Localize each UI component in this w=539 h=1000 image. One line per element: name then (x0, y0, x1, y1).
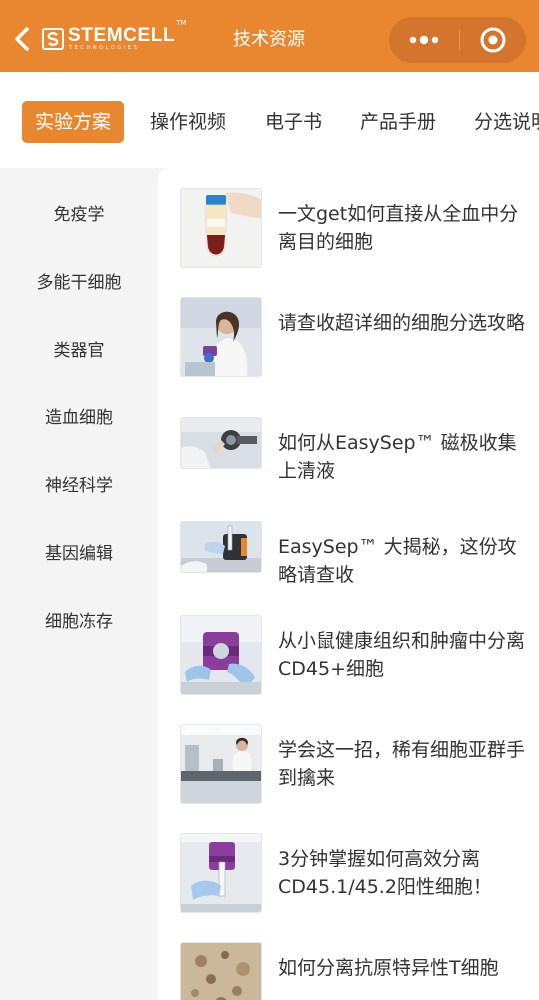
close-button[interactable] (460, 17, 526, 63)
list-item[interactable]: 如何分离抗原特异性T细胞 (158, 942, 539, 1000)
tab-product-manuals[interactable]: 产品手册 (360, 101, 436, 143)
article-title: 请查收超详细的细胞分选攻略 (278, 312, 526, 334)
category-tabs: 实验方案 操作视频 电子书 产品手册 分选说明 (0, 72, 539, 168)
mini-program-capsule (389, 17, 526, 63)
list-item[interactable]: 3分钟掌握如何高效分离CD45.1/45.2阳性细胞！ (158, 833, 539, 915)
brand-name: STEMCELL (68, 25, 176, 46)
article-thumbnail (180, 188, 262, 268)
article-title: 如何从EasySep™ 磁极收集上清液 (278, 432, 517, 482)
list-item[interactable]: 学会这一招，稀有细胞亚群手到擒来 (158, 724, 539, 806)
article-thumbnail (180, 521, 262, 573)
article-title: 3分钟掌握如何高效分离CD45.1/45.2阳性细胞！ (278, 848, 492, 898)
list-item[interactable]: 请查收超详细的细胞分选攻略 (158, 297, 539, 379)
article-thumbnail (180, 724, 262, 804)
tab-videos[interactable]: 操作视频 (150, 101, 226, 143)
chevron-left-icon (15, 27, 29, 51)
article-title: 学会这一招，稀有细胞亚群手到擒来 (278, 739, 526, 789)
article-title: 一文get如何直接从全血中分离目的细胞 (278, 203, 519, 253)
stemcell-logo-mark (42, 28, 64, 50)
stemcell-logo: STEMCELL TM TECHNOLOGIES (42, 19, 187, 54)
subcategory-sidebar: 免疫学 多能干细胞 类器官 造血细胞 神经科学 基因编辑 细胞冻存 (0, 168, 158, 1000)
top-bar: STEMCELL TM TECHNOLOGIES 技术资源 (0, 0, 539, 72)
target-circle-icon (480, 27, 506, 53)
list-item[interactable]: 如何从EasySep™ 磁极收集上清液 (158, 417, 539, 499)
article-thumbnail (180, 615, 262, 695)
page-title: 技术资源 (233, 29, 305, 50)
brand-trademark: TM (176, 19, 187, 27)
tab-separation-guides[interactable]: 分选说明 (474, 101, 539, 143)
sidebar-item-neuroscience[interactable]: 神经科学 (0, 475, 158, 497)
list-item[interactable]: EasySep™ 大揭秘，这份攻略请查收 (158, 521, 539, 603)
sidebar-item-hematopoietic-cells[interactable]: 造血细胞 (0, 407, 158, 429)
tab-protocols[interactable]: 实验方案 (22, 101, 125, 143)
article-title: EasySep™ 大揭秘，这份攻略请查收 (278, 536, 517, 586)
article-list: 一文get如何直接从全血中分离目的细胞 请查收超详细的细胞分选攻略 如何从Eas… (158, 168, 539, 1000)
article-thumbnail (180, 942, 262, 1000)
list-item[interactable]: 从小鼠健康组织和肿瘤中分离CD45+细胞 (158, 615, 539, 697)
article-thumbnail (180, 833, 262, 913)
article-thumbnail (180, 417, 262, 469)
sidebar-item-organoids[interactable]: 类器官 (0, 340, 158, 362)
list-item[interactable]: 一文get如何直接从全血中分离目的细胞 (158, 188, 539, 270)
article-title: 从小鼠健康组织和肿瘤中分离CD45+细胞 (278, 630, 526, 680)
article-title: 如何分离抗原特异性T细胞 (278, 957, 499, 979)
more-dots-icon (409, 35, 439, 45)
sidebar-item-cell-cryopreservation[interactable]: 细胞冻存 (0, 611, 158, 633)
sidebar-item-gene-editing[interactable]: 基因编辑 (0, 543, 158, 565)
sidebar-item-pluripotent-stem-cells[interactable]: 多能干细胞 (0, 272, 158, 294)
sidebar-item-immunology[interactable]: 免疫学 (0, 204, 158, 226)
tab-ebooks[interactable]: 电子书 (265, 101, 322, 143)
article-thumbnail (180, 297, 262, 377)
more-button[interactable] (389, 17, 459, 63)
back-button[interactable] (10, 24, 36, 54)
